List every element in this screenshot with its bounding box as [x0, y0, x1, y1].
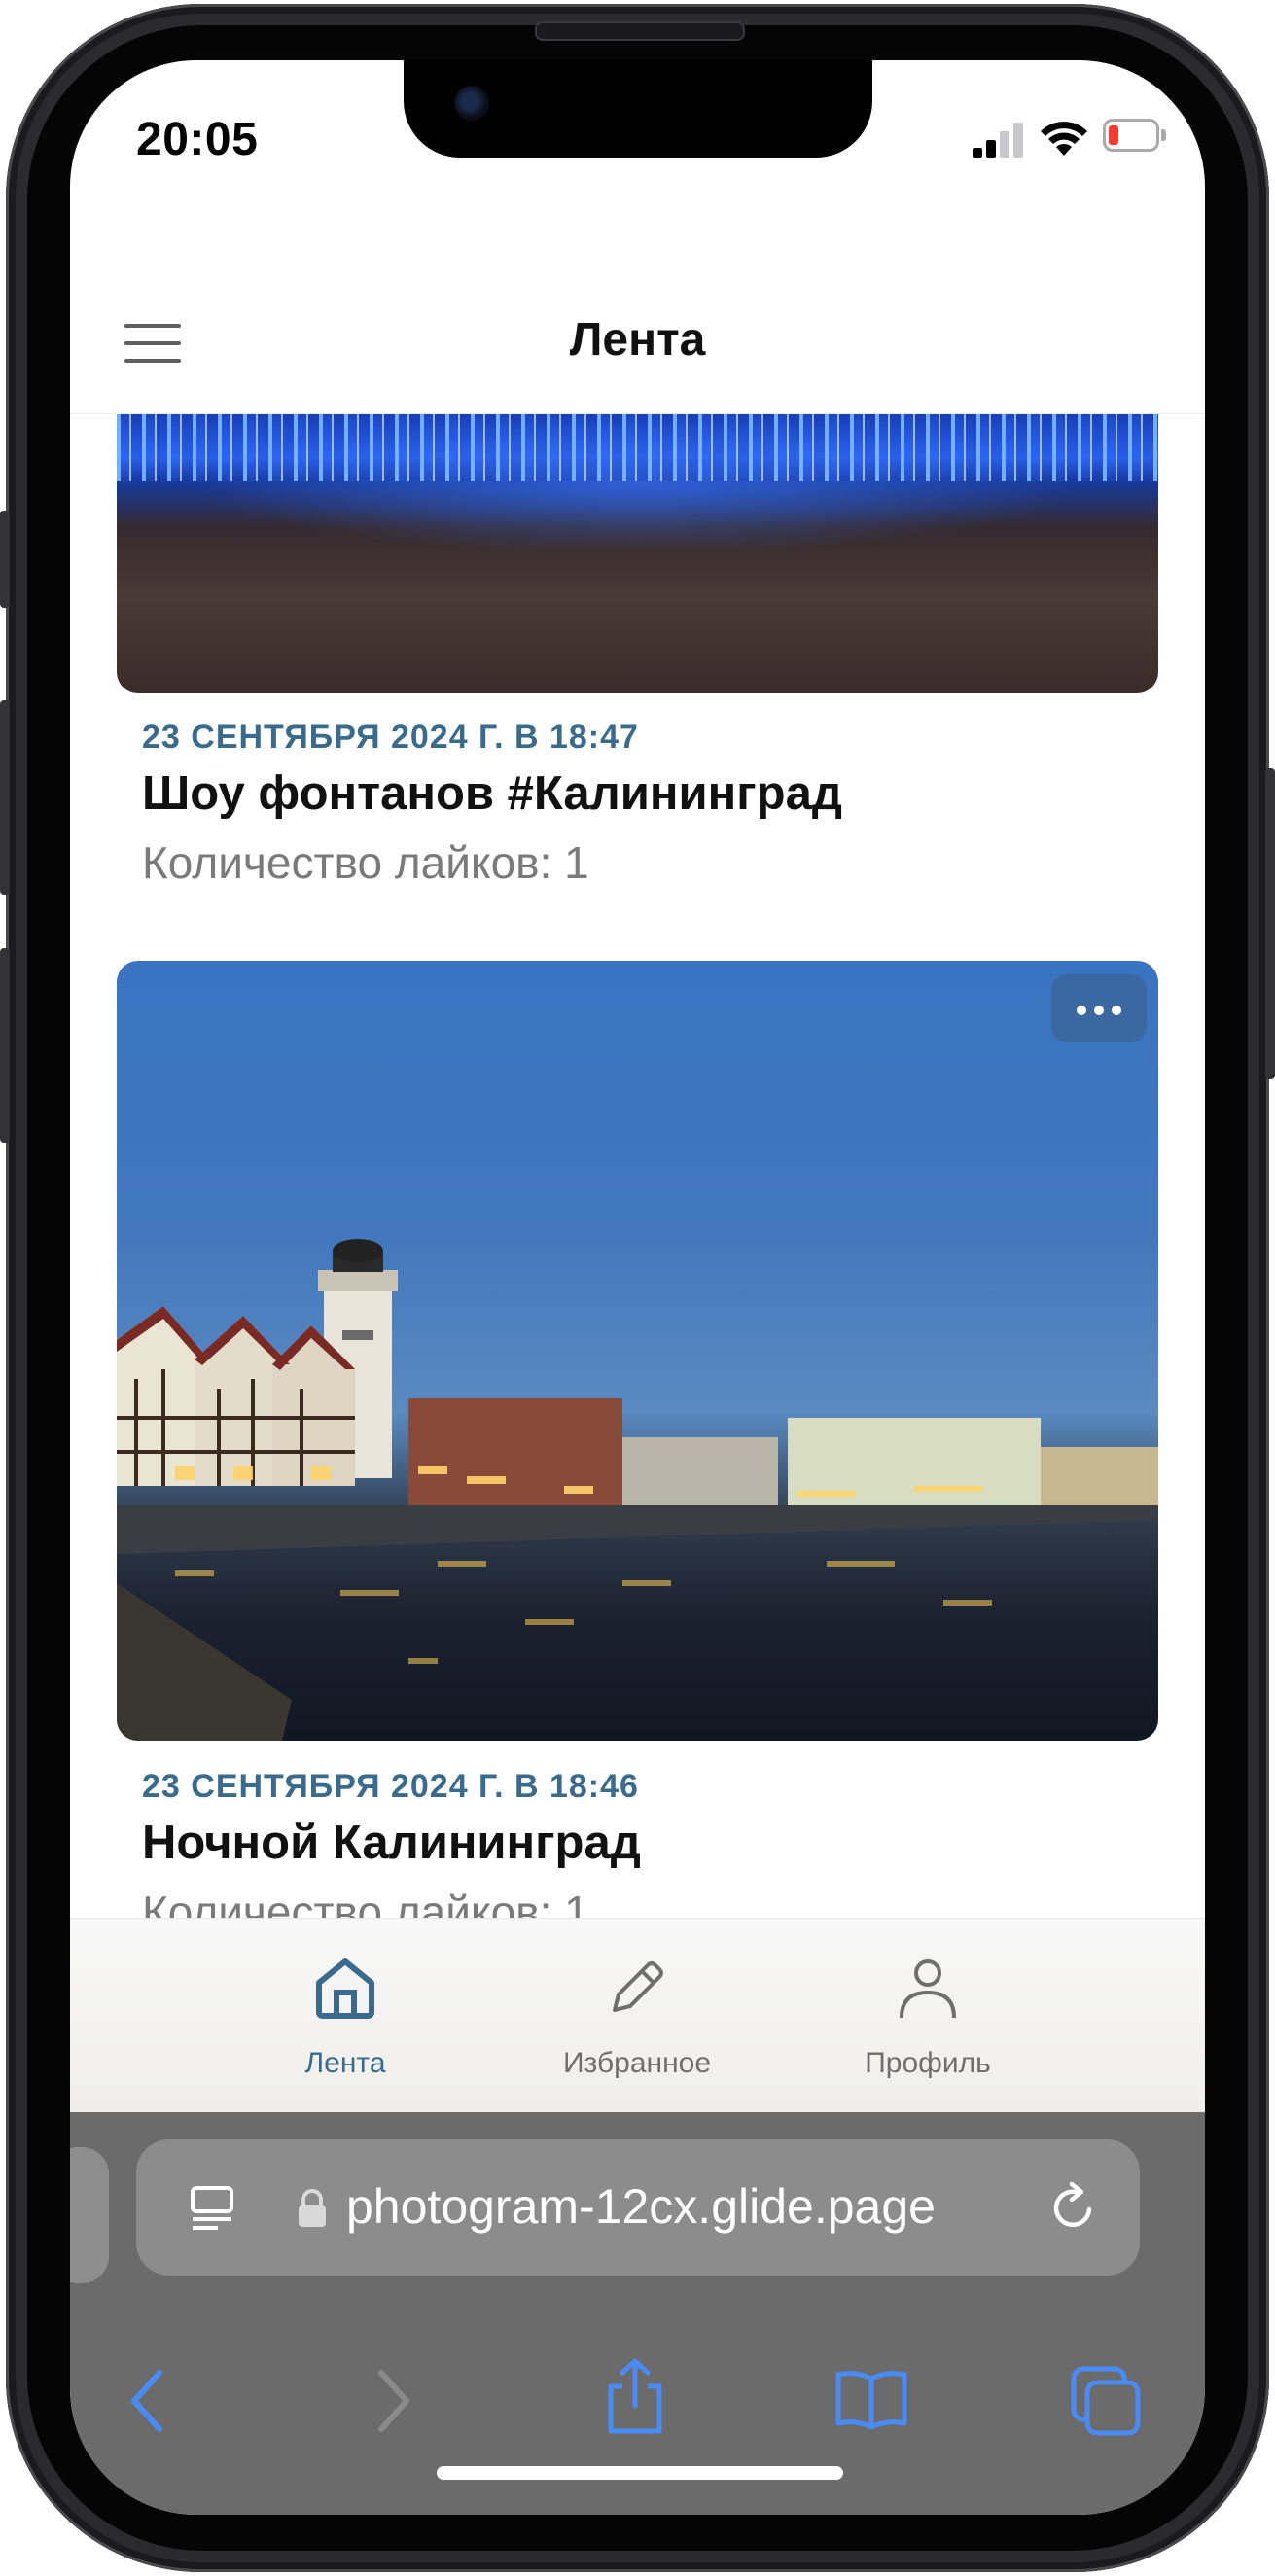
status-time: 20:05	[136, 114, 259, 165]
app-header: Лента	[70, 240, 1205, 414]
post-title[interactable]: Шоу фонтанов #Калининград	[142, 766, 842, 821]
post-date: 23 СЕНТЯБРЯ 2024 Г. В 18:47	[142, 719, 639, 756]
page-title: Лента	[569, 314, 706, 366]
home-indicator[interactable]	[437, 2466, 843, 2480]
power-button	[1265, 768, 1275, 1079]
feed[interactable]: 23 СЕНТЯБРЯ 2024 Г. В 18:47 Шоу фонтанов…	[70, 413, 1205, 1979]
cellular-signal-icon	[973, 119, 1027, 158]
night-city-illustration	[117, 1239, 1158, 1741]
tab-label: Профиль	[865, 2047, 991, 2079]
post-photo-night-city[interactable]	[117, 961, 1158, 1741]
post-caption: 23 СЕНТЯБРЯ 2024 Г. В 18:47 Шоу фонтанов…	[142, 719, 842, 889]
more-options-button[interactable]	[1051, 974, 1147, 1042]
post-likes: Количество лайков: 1	[142, 837, 589, 888]
tabs-icon[interactable]	[1070, 2365, 1144, 2437]
bottom-tab-bar: Лента Избранное Профиль	[70, 1918, 1205, 2113]
browser-toolbar: photogram-12cx.glide.page	[70, 2112, 1205, 2515]
post-photo-fountains[interactable]	[117, 413, 1158, 693]
action-button	[0, 511, 10, 608]
share-icon[interactable]	[601, 2355, 669, 2437]
phone-screen: 20:05 23 СЕНТЯБРЯ 2024 Г. В 18:47 Шоу фо…	[70, 60, 1205, 2515]
lock-icon	[299, 2189, 326, 2227]
speaker-grille	[535, 21, 745, 41]
reload-icon[interactable]	[1046, 2180, 1101, 2235]
address-bar[interactable]: photogram-12cx.glide.page	[136, 2139, 1140, 2276]
forward-icon	[378, 2370, 409, 2432]
battery-icon	[1103, 119, 1169, 154]
front-camera	[454, 86, 489, 121]
tab-label: Избранное	[562, 2047, 712, 2079]
back-icon[interactable]	[126, 2367, 169, 2435]
bookmarks-icon[interactable]	[832, 2367, 910, 2431]
pencil-icon	[613, 1961, 663, 2012]
post-caption: 23 СЕНТЯБРЯ 2024 Г. В 18:46 Ночной Калин…	[142, 1768, 641, 1938]
post-date: 23 СЕНТЯБРЯ 2024 Г. В 18:46	[142, 1768, 639, 1805]
volume-down-button	[0, 948, 10, 1143]
tab-profile[interactable]: Профиль	[782, 1919, 1074, 2113]
page-menu-icon[interactable]	[187, 2182, 237, 2233]
tab-favorites[interactable]: Избранное	[491, 1919, 783, 2113]
tab-feed[interactable]: Лента	[199, 1919, 491, 2113]
previous-tab-preview[interactable]	[70, 2147, 109, 2283]
home-icon	[316, 1958, 374, 2019]
post-title[interactable]: Ночной Калининград	[142, 1816, 641, 1870]
tab-label: Лента	[304, 2047, 386, 2079]
url-text: photogram-12cx.glide.page	[346, 2179, 936, 2234]
person-icon	[900, 1959, 956, 2019]
volume-up-button	[0, 700, 10, 895]
wifi-icon	[1041, 122, 1087, 156]
